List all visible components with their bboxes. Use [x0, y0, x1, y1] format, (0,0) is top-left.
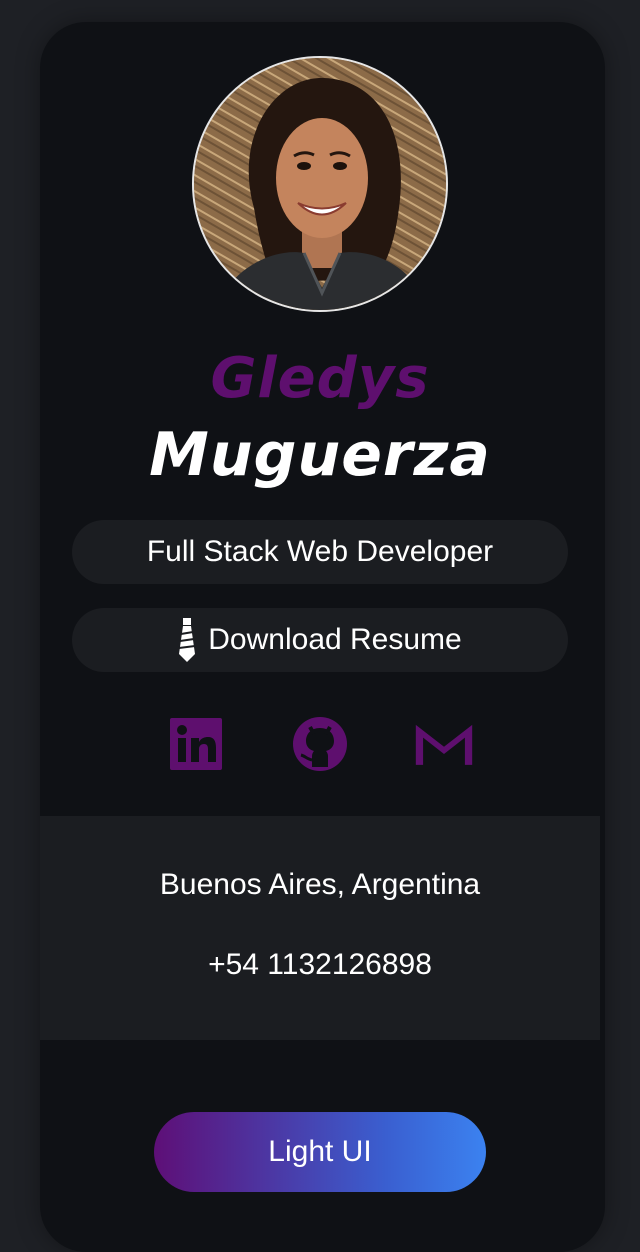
theme-toggle-label: Light UI: [268, 1135, 372, 1168]
linkedin-icon: [170, 718, 222, 770]
location: Buenos Aires, Argentina: [159, 868, 481, 901]
tie-icon: [178, 618, 196, 662]
social-links: [40, 716, 600, 772]
download-resume-button[interactable]: Download Resume: [72, 608, 568, 672]
github-icon: [293, 717, 347, 771]
profile-card: Gledys Muguerza Full Stack Web Developer…: [40, 22, 605, 1252]
profile-photo: [194, 58, 446, 310]
gmail-link[interactable]: [414, 716, 474, 772]
theme-toggle-button[interactable]: Light UI: [154, 1112, 486, 1192]
last-name: Muguerza: [149, 420, 491, 490]
first-name: Gledys: [210, 346, 430, 411]
github-link[interactable]: [290, 716, 350, 772]
job-title: Full Stack Web Developer: [146, 535, 494, 568]
phone-number: +54 1132126898: [208, 948, 432, 981]
gmail-icon: [415, 724, 473, 765]
linkedin-link[interactable]: [166, 716, 226, 772]
job-title-badge: Full Stack Web Developer: [72, 520, 568, 584]
avatar: [192, 56, 448, 312]
contact-info: Buenos Aires, Argentina +54 1132126898: [40, 816, 600, 1040]
download-resume-label: Download Resume: [208, 623, 462, 656]
